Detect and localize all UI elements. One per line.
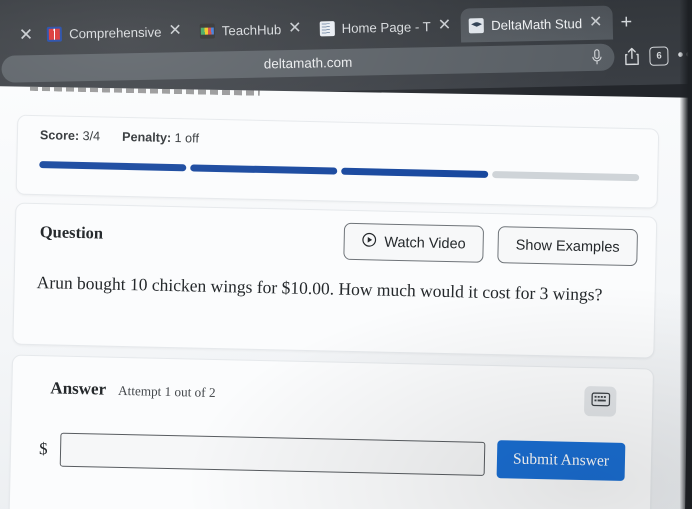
close-icon[interactable]: ✕ bbox=[288, 20, 302, 37]
screen-edge bbox=[680, 0, 692, 509]
tab-label: Home Page - T bbox=[341, 18, 431, 36]
question-card: Question Watch Video Show Examples Arun … bbox=[12, 202, 658, 359]
tab-label: Comprehensive bbox=[68, 24, 162, 41]
show-examples-button[interactable]: Show Examples bbox=[497, 226, 639, 267]
score-summary: Score: 3/4 Penalty: 1 off bbox=[40, 128, 199, 145]
deltamath-favicon bbox=[469, 17, 485, 33]
watch-video-button[interactable]: Watch Video bbox=[342, 222, 485, 263]
score-card: Score: 3/4 Penalty: 1 off bbox=[15, 114, 660, 209]
tab-count-button[interactable]: 6 bbox=[649, 45, 669, 66]
progress-segment bbox=[492, 170, 640, 182]
url-text: deltamath.com bbox=[263, 54, 353, 72]
currency-prefix: $ bbox=[38, 439, 48, 459]
play-circle-icon bbox=[361, 232, 376, 251]
share-icon[interactable] bbox=[623, 46, 640, 65]
tab-home-page[interactable]: Home Page - T ✕ bbox=[311, 9, 461, 46]
news-favicon bbox=[46, 26, 63, 42]
close-icon[interactable]: ✕ bbox=[438, 17, 452, 34]
progress-segments bbox=[39, 161, 640, 182]
tab-label: DeltaMath Stud bbox=[491, 15, 583, 33]
tab-label: TeachHub bbox=[221, 21, 282, 38]
tab-close-leading-icon[interactable]: ✕ bbox=[19, 25, 34, 45]
close-icon[interactable]: ✕ bbox=[168, 22, 182, 39]
tab-deltamath-student[interactable]: DeltaMath Stud ✕ bbox=[460, 5, 613, 43]
browser-chrome: VPN 48% ✕ Comprehensive ✕ TeachHub ✕ Hom… bbox=[0, 0, 692, 98]
show-examples-label: Show Examples bbox=[515, 237, 620, 256]
answer-input[interactable] bbox=[59, 432, 486, 476]
question-actions: Watch Video Show Examples bbox=[342, 222, 639, 267]
document-favicon bbox=[319, 20, 335, 36]
attempt-counter: Attempt 1 out of 2 bbox=[117, 382, 216, 401]
penalty-value: 1 off bbox=[174, 131, 200, 146]
tab-teachhub[interactable]: TeachHub ✕ bbox=[191, 12, 311, 48]
submit-answer-button[interactable]: Submit Answer bbox=[496, 440, 626, 481]
device-photo: VPN 48% ✕ Comprehensive ✕ TeachHub ✕ Hom… bbox=[0, 0, 692, 509]
tab-comprehensive[interactable]: Comprehensive ✕ bbox=[39, 14, 192, 51]
answer-input-row: $ Submit Answer bbox=[39, 430, 626, 481]
new-tab-button[interactable]: + bbox=[620, 11, 632, 34]
keyboard-button[interactable] bbox=[583, 386, 617, 417]
score-value: 3/4 bbox=[82, 129, 101, 144]
web-page: Score: 3/4 Penalty: 1 off Question Watch… bbox=[0, 86, 692, 509]
watch-video-label: Watch Video bbox=[384, 234, 466, 252]
score-label: Score: bbox=[39, 128, 80, 143]
question-text: Arun bought 10 chicken wings for $10.00.… bbox=[36, 272, 603, 305]
progress-segment bbox=[341, 167, 489, 178]
answer-heading: Answer bbox=[50, 378, 107, 399]
penalty-label: Penalty: bbox=[121, 129, 172, 145]
answer-header: Answer Attempt 1 out of 2 bbox=[50, 378, 216, 402]
question-heading: Question bbox=[39, 222, 104, 243]
answer-card: Answer Attempt 1 out of 2 $ Submit Answe… bbox=[8, 354, 654, 509]
progress-segment bbox=[39, 161, 187, 172]
progress-segment bbox=[190, 164, 338, 175]
keyboard-icon bbox=[590, 391, 610, 411]
teachhub-favicon bbox=[199, 22, 215, 39]
close-icon[interactable]: ✕ bbox=[589, 14, 603, 31]
